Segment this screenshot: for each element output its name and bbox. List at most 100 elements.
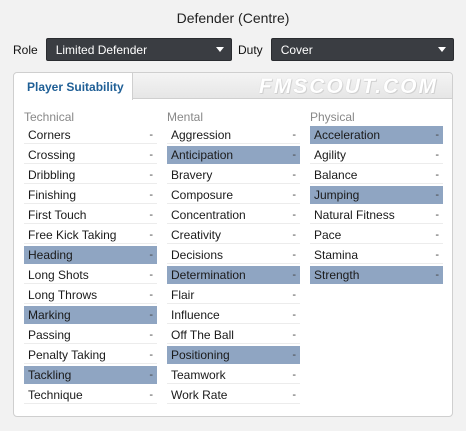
attribute-value: -: [149, 228, 153, 241]
attribute-value: -: [149, 288, 153, 301]
column-heading: Physical: [310, 110, 355, 124]
attribute-label: Corners: [28, 127, 71, 142]
attribute-label: Marking: [28, 307, 71, 322]
attribute-row: Finishing -: [24, 186, 157, 204]
chevron-down-icon: [437, 47, 446, 52]
attribute-row: Acceleration -: [310, 126, 443, 144]
player-suitability-panel: Player Suitability FMSCOUT.COM Technical…: [13, 72, 453, 417]
attribute-row: Flair -: [167, 286, 300, 304]
attribute-label: Bravery: [171, 167, 213, 182]
attribute-value: -: [149, 308, 153, 321]
duty-dropdown[interactable]: Cover: [270, 38, 454, 61]
attribute-row: Bravery -: [167, 166, 300, 184]
attribute-value: -: [292, 368, 296, 381]
attribute-label: Free Kick Taking: [28, 227, 117, 242]
attribute-value: -: [292, 168, 296, 181]
attribute-label: Influence: [171, 307, 220, 322]
attribute-value: -: [149, 148, 153, 161]
attribute-label: Passing: [28, 327, 71, 342]
attribute-row: Jumping -: [310, 186, 443, 204]
tab-player-suitability[interactable]: Player Suitability: [14, 73, 133, 100]
attribute-label: Stamina: [314, 247, 359, 262]
page-title: Defender (Centre): [176, 10, 290, 26]
attribute-row: Concentration -: [167, 206, 300, 224]
attribute-value: -: [435, 128, 439, 141]
attribute-value: -: [435, 268, 439, 281]
attribute-value: -: [149, 348, 153, 361]
attribute-value: -: [149, 208, 153, 221]
attribute-row: Influence -: [167, 306, 300, 324]
attribute-label: Creativity: [171, 227, 222, 242]
role-label: Role: [13, 42, 38, 57]
attribute-value: -: [435, 168, 439, 181]
attribute-label: Tackling: [28, 367, 72, 382]
attribute-row: Tackling -: [24, 366, 157, 384]
attribute-row: First Touch -: [24, 206, 157, 224]
attribute-row: Technique -: [24, 386, 157, 404]
attribute-row: Pace -: [310, 226, 443, 244]
attribute-value: -: [149, 268, 153, 281]
attribute-label: Off The Ball: [171, 327, 234, 342]
attribute-row: Heading -: [24, 246, 157, 264]
attribute-label: Heading: [28, 247, 73, 262]
attribute-label: Long Throws: [28, 287, 98, 302]
attribute-value: -: [435, 228, 439, 241]
attribute-row: Balance -: [310, 166, 443, 184]
attribute-value: -: [292, 188, 296, 201]
attribute-row: Composure -: [167, 186, 300, 204]
attribute-value: -: [292, 268, 296, 281]
attribute-value: -: [292, 288, 296, 301]
attribute-value: -: [435, 248, 439, 261]
attribute-label: First Touch: [28, 207, 87, 222]
attribute-row: Dribbling -: [24, 166, 157, 184]
attribute-label: Acceleration: [314, 127, 381, 142]
attribute-row: Positioning -: [167, 346, 300, 364]
attribute-row: Aggression -: [167, 126, 300, 144]
role-control: Role Limited Defender: [13, 38, 232, 61]
attribute-row: Strength -: [310, 266, 443, 284]
attribute-label: Flair: [171, 287, 195, 302]
attribute-label: Aggression: [171, 127, 232, 142]
attribute-label: Teamwork: [171, 367, 226, 382]
attribute-column-physical: Physical Acceleration - Agility - Balance - Jum…: [310, 109, 443, 286]
attribute-value: -: [292, 128, 296, 141]
role-dropdown[interactable]: Limited Defender: [45, 38, 232, 61]
attribute-label: Strength: [314, 267, 360, 282]
attribute-row: Penalty Taking -: [24, 346, 157, 364]
attribute-value: -: [435, 208, 439, 221]
attribute-row: Free Kick Taking -: [24, 226, 157, 244]
attribute-row: Long Shots -: [24, 266, 157, 284]
attribute-value: -: [292, 148, 296, 161]
column-heading: Technical: [24, 110, 75, 124]
attribute-row: Determination -: [167, 266, 300, 284]
duty-control: Duty Cover: [238, 38, 454, 61]
attribute-row: Corners -: [24, 126, 157, 144]
duty-value: Cover: [280, 42, 313, 57]
attribute-value: -: [149, 388, 153, 401]
attribute-label: Pace: [314, 227, 342, 242]
attribute-value: -: [292, 208, 296, 221]
attribute-label: Technique: [28, 387, 83, 402]
attribute-label: Anticipation: [171, 147, 234, 162]
attribute-label: Long Shots: [28, 267, 89, 282]
attribute-label: Jumping: [314, 187, 360, 202]
attribute-value: -: [149, 168, 153, 181]
attribute-label: Crossing: [28, 147, 76, 162]
attribute-value: -: [435, 148, 439, 161]
attribute-value: -: [292, 248, 296, 261]
attribute-value: -: [292, 388, 296, 401]
attribute-label: Work Rate: [171, 387, 228, 402]
attribute-label: Natural Fitness: [314, 207, 395, 222]
attribute-row: Agility -: [310, 146, 443, 164]
attribute-row: Creativity -: [167, 226, 300, 244]
attribute-value: -: [292, 308, 296, 321]
attribute-label: Concentration: [171, 207, 246, 222]
attribute-column-technical: Technical Corners - Crossing - Dribbling - Fini…: [24, 109, 157, 406]
attribute-value: -: [292, 348, 296, 361]
attribute-row: Natural Fitness -: [310, 206, 443, 224]
attribute-label: Balance: [314, 167, 358, 182]
role-value: Limited Defender: [55, 42, 148, 57]
column-heading: Mental: [167, 110, 204, 124]
attribute-label: Dribbling: [28, 167, 76, 182]
attribute-label: Decisions: [171, 247, 224, 262]
